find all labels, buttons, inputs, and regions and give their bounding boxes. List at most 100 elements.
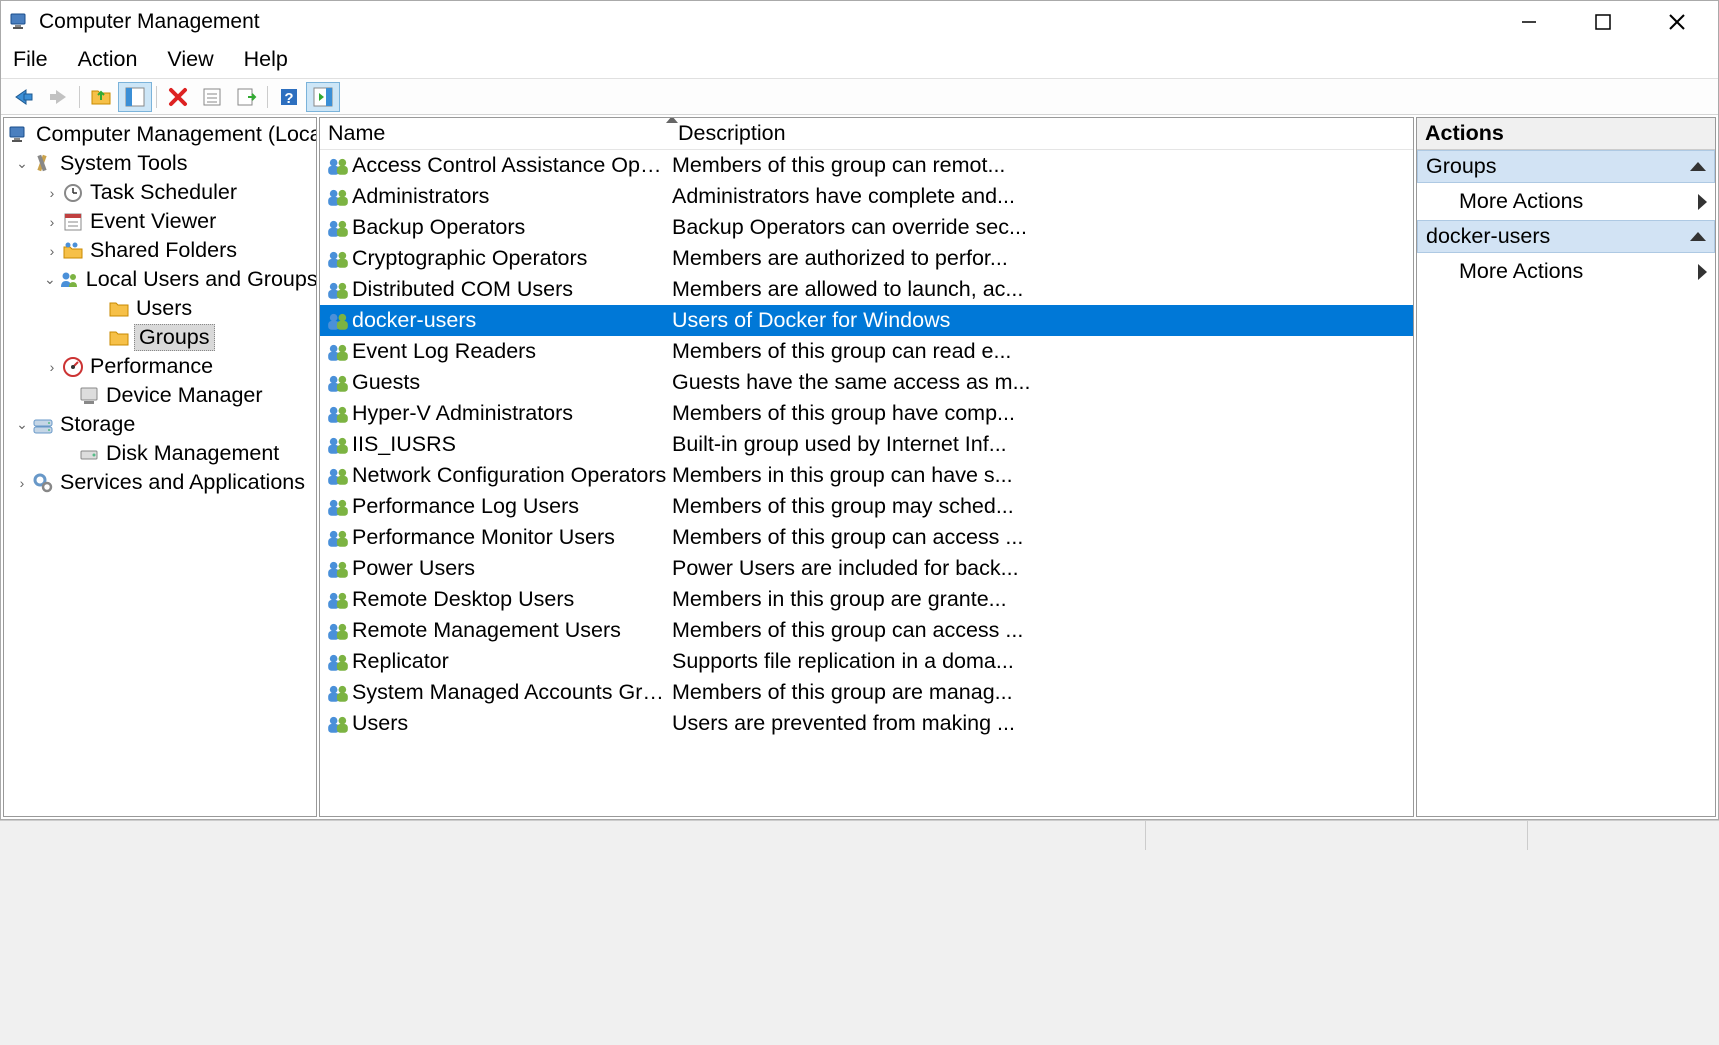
app-icon (9, 11, 31, 33)
group-name: Replicator (352, 649, 672, 674)
list-item[interactable]: AdministratorsAdministrators have comple… (320, 181, 1413, 212)
list-item[interactable]: IIS_IUSRSBuilt-in group used by Internet… (320, 429, 1413, 460)
tree-storage[interactable]: ⌄ Storage (4, 410, 316, 439)
submenu-icon (1698, 264, 1707, 280)
window-title: Computer Management (39, 10, 260, 34)
group-name: Cryptographic Operators (352, 246, 672, 271)
column-name[interactable]: Name (320, 118, 670, 149)
list-item[interactable]: Backup OperatorsBackup Operators can ove… (320, 212, 1413, 243)
tree-local-users-groups[interactable]: ⌄ Local Users and Groups (4, 265, 316, 294)
expand-icon[interactable]: › (14, 475, 30, 491)
titlebar: Computer Management (1, 1, 1718, 43)
group-name: Hyper-V Administrators (352, 401, 672, 426)
tree-system-tools[interactable]: ⌄ System Tools (4, 149, 316, 178)
list-item[interactable]: UsersUsers are prevented from making ... (320, 708, 1413, 739)
tree-shared-folders[interactable]: › Shared Folders (4, 236, 316, 265)
menu-action[interactable]: Action (78, 47, 138, 72)
actions-section-selected[interactable]: docker-users (1417, 220, 1715, 253)
list-item[interactable]: Access Control Assistance OperatorsMembe… (320, 150, 1413, 181)
tree-disk-management[interactable]: Disk Management (4, 439, 316, 468)
group-icon (326, 216, 350, 240)
tree-root[interactable]: Computer Management (Local) (4, 120, 316, 149)
group-icon (326, 681, 350, 705)
help-button[interactable]: ? (272, 82, 306, 112)
menu-help[interactable]: Help (244, 47, 288, 72)
tree-users[interactable]: Users (4, 294, 316, 323)
group-name: docker-users (352, 308, 672, 333)
folder-icon (108, 298, 130, 320)
delete-button[interactable] (161, 82, 195, 112)
actions-more-groups[interactable]: More Actions (1417, 183, 1715, 220)
menu-view[interactable]: View (167, 47, 213, 72)
list-item[interactable]: Distributed COM UsersMembers are allowed… (320, 274, 1413, 305)
list-item[interactable]: Event Log ReadersMembers of this group c… (320, 336, 1413, 367)
group-name: Administrators (352, 184, 672, 209)
list-item[interactable]: System Managed Accounts GroupMembers of … (320, 677, 1413, 708)
actions-header: Actions (1417, 118, 1715, 150)
shared-folder-icon (62, 240, 84, 262)
list-item[interactable]: Power UsersPower Users are included for … (320, 553, 1413, 584)
collapse-icon (1690, 232, 1706, 241)
list-item[interactable]: Hyper-V AdministratorsMembers of this gr… (320, 398, 1413, 429)
group-description: Members are allowed to launch, ac... (672, 277, 1413, 302)
expand-icon[interactable]: › (44, 243, 60, 259)
group-description: Guests have the same access as m... (672, 370, 1413, 395)
actions-more-selected[interactable]: More Actions (1417, 253, 1715, 290)
group-icon (326, 278, 350, 302)
statusbar (0, 820, 1719, 850)
minimize-button[interactable] (1506, 6, 1552, 38)
group-icon (326, 464, 350, 488)
list-item[interactable]: docker-usersUsers of Docker for Windows (320, 305, 1413, 336)
group-icon (326, 495, 350, 519)
list-item[interactable]: Remote Management UsersMembers of this g… (320, 615, 1413, 646)
list-item[interactable]: Performance Log UsersMembers of this gro… (320, 491, 1413, 522)
back-button[interactable] (7, 82, 41, 112)
properties-button[interactable] (195, 82, 229, 112)
export-button[interactable] (229, 82, 263, 112)
list-item[interactable]: Cryptographic OperatorsMembers are autho… (320, 243, 1413, 274)
expand-icon[interactable]: › (44, 214, 60, 230)
navigation-tree[interactable]: Computer Management (Local) ⌄ System Too… (3, 117, 317, 817)
list-item[interactable]: ReplicatorSupports file replication in a… (320, 646, 1413, 677)
maximize-button[interactable] (1580, 6, 1626, 38)
group-description: Members are authorized to perfor... (672, 246, 1413, 271)
forward-button[interactable] (41, 82, 75, 112)
menu-file[interactable]: File (13, 47, 48, 72)
list-item[interactable]: GuestsGuests have the same access as m..… (320, 367, 1413, 398)
group-name: Guests (352, 370, 672, 395)
tools-icon (32, 153, 54, 175)
list-item[interactable]: Remote Desktop UsersMembers in this grou… (320, 584, 1413, 615)
show-hide-actions-button[interactable] (306, 82, 340, 112)
group-icon (326, 650, 350, 674)
group-icon (326, 433, 350, 457)
group-name: Event Log Readers (352, 339, 672, 364)
group-description: Members of this group can remot... (672, 153, 1413, 178)
up-button[interactable] (84, 82, 118, 112)
menubar: File Action View Help (1, 43, 1718, 79)
expand-icon[interactable]: › (44, 185, 60, 201)
show-hide-tree-button[interactable] (118, 82, 152, 112)
group-description: Members in this group are grante... (672, 587, 1413, 612)
group-icon (326, 619, 350, 643)
tree-performance[interactable]: › Performance (4, 352, 316, 381)
tree-task-scheduler[interactable]: › Task Scheduler (4, 178, 316, 207)
group-icon (326, 309, 350, 333)
users-icon (58, 269, 80, 291)
tree-event-viewer[interactable]: › Event Viewer (4, 207, 316, 236)
storage-icon (32, 414, 54, 436)
tree-groups[interactable]: Groups (4, 323, 316, 352)
list-item[interactable]: Network Configuration OperatorsMembers i… (320, 460, 1413, 491)
group-icon (326, 185, 350, 209)
column-description[interactable]: Description (670, 118, 1413, 149)
actions-section-groups[interactable]: Groups (1417, 150, 1715, 183)
close-button[interactable] (1654, 6, 1700, 38)
expand-icon[interactable]: › (44, 359, 60, 375)
tree-services-apps[interactable]: › Services and Applications (4, 468, 316, 497)
list-item[interactable]: Performance Monitor UsersMembers of this… (320, 522, 1413, 553)
toolbar: ? (1, 79, 1718, 115)
tree-device-manager[interactable]: Device Manager (4, 381, 316, 410)
collapse-icon[interactable]: ⌄ (14, 155, 30, 172)
collapse-icon[interactable]: ⌄ (14, 416, 30, 433)
list-body[interactable]: Access Control Assistance OperatorsMembe… (320, 150, 1413, 816)
collapse-icon[interactable]: ⌄ (44, 271, 56, 288)
